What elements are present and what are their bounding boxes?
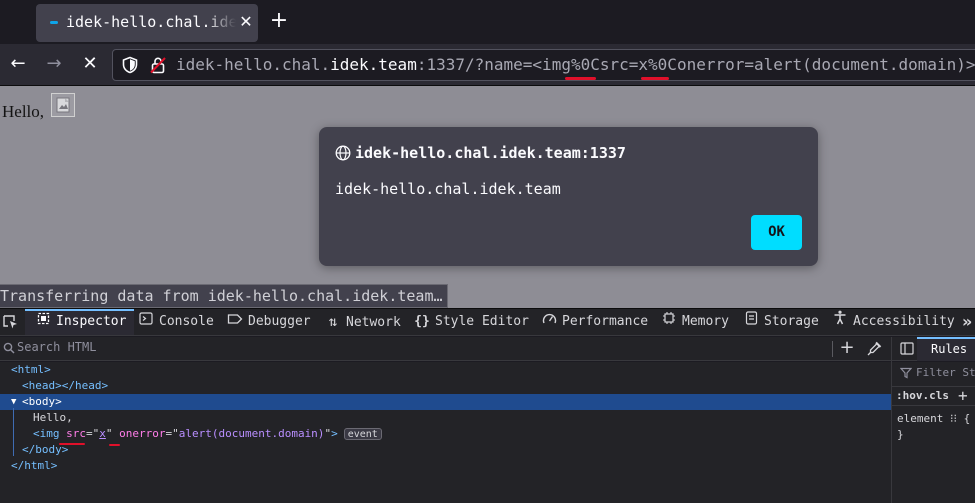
rule-close-brace: }: [897, 428, 904, 441]
stop-button[interactable]: ✕: [79, 53, 101, 75]
tab-storage[interactable]: Storage: [743, 309, 819, 335]
network-icon: ⇅: [328, 314, 338, 330]
tab-title: idek-hello.chal.idek.team:1337/?name=<im…: [66, 13, 236, 31]
dialog-title: idek-hello.chal.idek.team:1337: [355, 144, 626, 162]
tab-style-editor[interactable]: {} Style Editor: [414, 309, 529, 335]
markup-node-img[interactable]: <img src="x" onerror="alert(document.dom…: [0, 426, 891, 442]
markup-node-body-selected[interactable]: ▼ <body>: [0, 394, 891, 410]
browser-tab[interactable]: idek-hello.chal.idek.team:1337/?name=<im…: [36, 4, 258, 42]
alert-dialog: idek-hello.chal.idek.team:1337 idek-hell…: [319, 127, 818, 266]
element-picker-icon[interactable]: [2, 314, 18, 330]
rules-toolbar: :hov.cls +: [892, 386, 975, 406]
accessibility-icon: [832, 309, 848, 335]
markup-node-body-close[interactable]: </body>: [0, 442, 891, 458]
page-content: Hello, idek-hello.chal.idek.team:1337 id…: [0, 86, 975, 308]
tab-memory[interactable]: Memory: [661, 309, 729, 335]
tab-debugger[interactable]: Debugger: [227, 309, 311, 335]
annotation-underline: [109, 444, 120, 446]
forward-button[interactable]: →: [43, 53, 65, 75]
annotation-underline: [641, 77, 669, 80]
tab-accessibility[interactable]: Accessibility: [832, 309, 955, 335]
performance-icon: [541, 309, 557, 335]
tab-network[interactable]: ⇅ Network: [325, 309, 401, 335]
sidebar-tab-bar: Rules: [892, 337, 975, 361]
inspector-icon: [35, 311, 51, 333]
ok-button[interactable]: OK: [751, 215, 802, 250]
search-icon: [3, 342, 15, 354]
hello-text: Hello,: [2, 102, 45, 121]
rules-pane: Filter Styles :hov.cls + element ⁝⁝ { }: [892, 362, 975, 503]
add-node-button[interactable]: +: [838, 338, 856, 358]
storage-icon: [743, 309, 759, 335]
url-bar[interactable]: idek-hello.chal.idek.team:1337/?name=<im…: [112, 49, 975, 81]
tab-console[interactable]: Console: [138, 309, 214, 335]
filter-icon: [900, 367, 912, 379]
tab-strip: idek-hello.chal.idek.team:1337/?name=<im…: [0, 0, 975, 44]
more-tabs-chevron-icon[interactable]: »: [962, 309, 972, 335]
add-rule-button[interactable]: +: [958, 386, 968, 405]
style-editor-icon: {}: [414, 314, 430, 329]
inspector-toolbar: Search HTML +: [0, 337, 891, 361]
globe-icon: [335, 145, 351, 161]
debugger-icon: [227, 309, 243, 335]
markup-view: <html> <head></head> ▼ <body> Hello, <im…: [0, 362, 891, 503]
annotation-underline: [59, 443, 85, 445]
shield-icon[interactable]: [121, 56, 139, 74]
status-text: Transferring data from idek-hello.chal.i…: [0, 284, 448, 308]
navigation-toolbar: ← → ✕ idek-hello.chal.idek.team:1337/?na…: [0, 44, 975, 86]
dialog-message: idek-hello.chal.idek.team: [335, 180, 561, 198]
indent-guide: [13, 408, 14, 456]
markup-text-node[interactable]: Hello,: [0, 410, 891, 426]
devtools-tab-bar: Inspector Console Debugger ⇅ Network {} St…: [0, 308, 975, 336]
element-rule: element ⁝⁝ {: [897, 412, 971, 425]
new-tab-button[interactable]: +: [268, 9, 290, 33]
loading-indicator-icon: [50, 21, 58, 24]
markup-node-html[interactable]: <html>: [0, 362, 891, 378]
back-button[interactable]: ←: [7, 53, 29, 75]
insecure-lock-icon[interactable]: [149, 56, 167, 74]
broken-image-icon: [51, 93, 75, 117]
tab-inspector[interactable]: Inspector: [25, 309, 135, 335]
eyedropper-icon[interactable]: [866, 341, 882, 357]
hov-cls-toggle[interactable]: :hov.cls: [896, 389, 949, 402]
search-html-input[interactable]: Search HTML: [17, 340, 96, 354]
filter-styles-input[interactable]: Filter Styles: [916, 366, 975, 379]
url-text[interactable]: idek-hello.chal.idek.team:1337/?name=<im…: [176, 55, 975, 74]
annotation-underline: [565, 77, 596, 80]
console-icon: [138, 309, 154, 335]
event-badge[interactable]: event: [343, 428, 382, 440]
markup-node-html-close[interactable]: </html>: [0, 458, 891, 474]
close-tab-icon[interactable]: ✕: [236, 12, 256, 32]
tab-performance[interactable]: Performance: [541, 309, 648, 335]
markup-node-head[interactable]: <head></head>: [0, 378, 891, 394]
toolbar-divider: [832, 341, 833, 357]
toggle-layout-icon[interactable]: [900, 342, 914, 355]
tab-rules[interactable]: Rules: [917, 337, 975, 361]
memory-icon: [661, 309, 677, 335]
